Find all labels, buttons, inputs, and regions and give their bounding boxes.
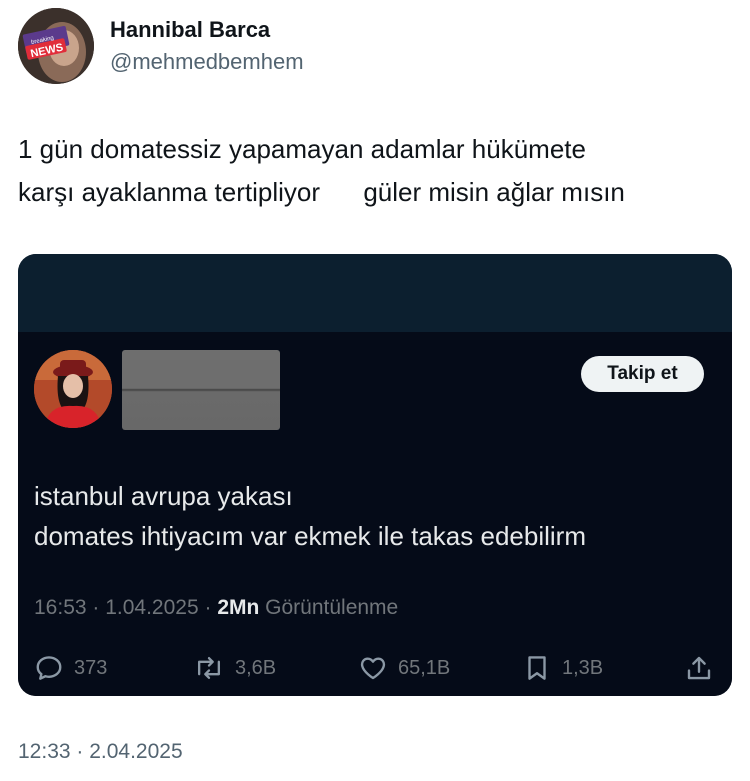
bookmark-icon	[522, 653, 552, 683]
tweet-text: 1 gün domatessiz yapamayan adamlar hüküm…	[18, 128, 730, 214]
quoted-action-bar: 373 3,6B 65,1B 1,3B	[18, 650, 732, 686]
reply-icon	[34, 653, 64, 683]
share-stat	[684, 650, 714, 686]
repost-icon	[193, 653, 225, 683]
reply-stat: 373	[34, 650, 107, 686]
bookmark-count: 1,3B	[562, 656, 604, 679]
tweet-timestamp[interactable]: 12:33 · 2.04.2025	[18, 740, 183, 764]
heart-icon	[358, 653, 388, 683]
quoted-author-avatar	[34, 350, 112, 428]
tweet-author: NEWS breaking Hannibal Barca @mehmedbemh…	[18, 6, 438, 86]
quoted-text-line: istanbul avrupa yakası	[34, 481, 293, 511]
quoted-tweet-image[interactable]: Takip et istanbul avrupa yakası domates …	[18, 254, 732, 696]
quoted-tweet-meta: 16:53 · 1.04.2025 · 2Mn Görüntülenme	[34, 596, 398, 620]
quoted-time: 16:53 · 1.04.2025 ·	[34, 596, 218, 619]
reply-count: 373	[74, 656, 108, 679]
bookmark-stat: 1,3B	[522, 650, 603, 686]
author-name[interactable]: Hannibal Barca	[110, 17, 270, 43]
card-header-strip	[18, 254, 732, 332]
follow-button: Takip et	[581, 356, 704, 392]
like-stat: 65,1B	[358, 650, 450, 686]
tweet-text-line: 1 gün domatessiz yapamayan adamlar hüküm…	[18, 134, 586, 164]
views-label: Görüntülenme	[259, 596, 399, 619]
repost-count: 3,6B	[235, 656, 277, 679]
quoted-text-line: domates ihtiyacım var ekmek ile takas ed…	[34, 521, 586, 551]
views-count: 2Mn	[217, 596, 260, 619]
quoted-tweet-text: istanbul avrupa yakası domates ihtiyacım…	[34, 476, 714, 556]
share-icon	[684, 653, 714, 683]
like-count: 65,1B	[398, 656, 451, 679]
tweet-text-line: karşı ayaklanma tertipliyor güler misin …	[18, 177, 625, 207]
author-avatar[interactable]: NEWS breaking	[18, 8, 94, 84]
author-handle[interactable]: @mehmedbemhem	[110, 49, 304, 75]
repost-stat: 3,6B	[193, 650, 276, 686]
censored-username	[122, 350, 280, 430]
